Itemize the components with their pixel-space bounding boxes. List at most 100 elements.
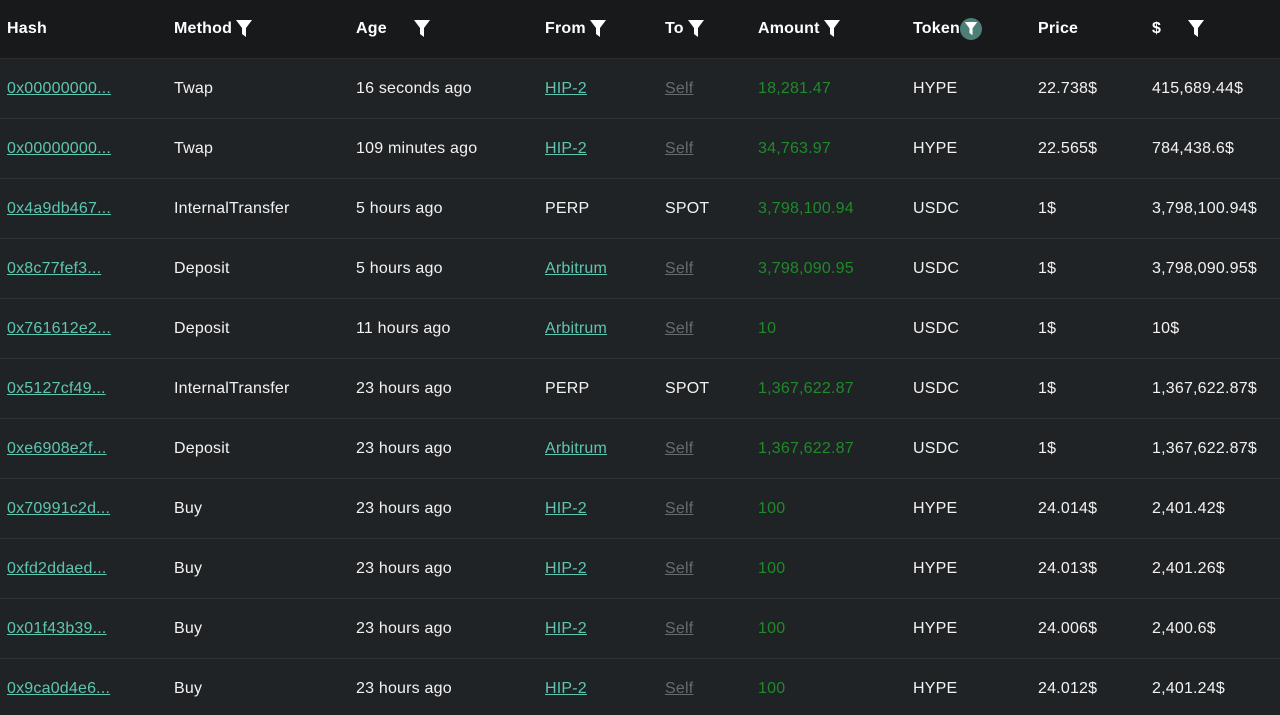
method-text: Deposit (174, 319, 230, 337)
column-header-age[interactable]: Age (356, 0, 431, 58)
table-row: 0x00000000... Twap 109 minutes ago HIP-2… (0, 119, 1280, 179)
tx-hash-link[interactable]: 0x761612e2... (7, 320, 111, 338)
column-header-usd[interactable]: $ (1152, 0, 1205, 58)
token-text: HYPE (913, 679, 958, 697)
table-row: 0x9ca0d4e6... Buy 23 hours ago HIP-2 Sel… (0, 659, 1280, 715)
method-text: Buy (174, 619, 203, 637)
to-link[interactable]: Self (665, 500, 693, 518)
tx-hash-link[interactable]: 0x00000000... (7, 140, 111, 158)
from-link[interactable]: HIP-2 (545, 620, 587, 638)
tx-hash-link[interactable]: 0x70991c2d... (7, 500, 110, 518)
price-text: 22.738$ (1038, 79, 1098, 97)
price-text: 22.565$ (1038, 139, 1098, 157)
column-header-to[interactable]: To (665, 0, 705, 58)
usd-value-text: 3,798,090.95$ (1152, 259, 1257, 277)
from-link[interactable]: HIP-2 (545, 140, 587, 158)
tx-hash-link[interactable]: 0x4a9db467... (7, 200, 111, 218)
method-text: Buy (174, 499, 203, 517)
tx-hash-link[interactable]: 0x9ca0d4e6... (7, 680, 110, 698)
table-row: 0x4a9db467... InternalTransfer 5 hours a… (0, 179, 1280, 239)
from-link[interactable]: Arbitrum (545, 440, 607, 458)
token-text: HYPE (913, 499, 958, 517)
to-link[interactable]: Self (665, 140, 693, 158)
transactions-table: Hash Method Age From To Amount Token Pri… (0, 0, 1280, 715)
to-text: SPOT (665, 199, 710, 217)
table-row: 0x761612e2... Deposit 11 hours ago Arbit… (0, 299, 1280, 359)
amount-filter-icon[interactable] (823, 19, 841, 39)
column-header-hash[interactable]: Hash (7, 0, 47, 58)
usd-value-text: 1,367,622.87$ (1152, 439, 1257, 457)
method-text: Deposit (174, 439, 230, 457)
to-link[interactable]: Self (665, 680, 693, 698)
age-filter-icon[interactable] (413, 19, 431, 39)
tx-hash-link[interactable]: 0x5127cf49... (7, 380, 106, 398)
method-text: InternalTransfer (174, 379, 290, 397)
age-text: 23 hours ago (356, 439, 452, 457)
table-row: 0xe6908e2f... Deposit 23 hours ago Arbit… (0, 419, 1280, 479)
price-text: 24.014$ (1038, 499, 1098, 517)
amount-text: 100 (758, 619, 786, 637)
method-filter-icon[interactable] (235, 19, 253, 39)
from-link[interactable]: HIP-2 (545, 560, 587, 578)
price-text: 1$ (1038, 439, 1057, 457)
amount-text: 18,281.47 (758, 79, 831, 97)
column-header-token[interactable]: Token (913, 0, 982, 58)
amount-text: 100 (758, 679, 786, 697)
column-header-from[interactable]: From (545, 0, 607, 58)
to-link[interactable]: Self (665, 320, 693, 338)
from-link[interactable]: Arbitrum (545, 320, 607, 338)
amount-text: 1,367,622.87 (758, 379, 854, 397)
amount-text: 3,798,100.94 (758, 199, 854, 217)
usd-value-text: 415,689.44$ (1152, 79, 1244, 97)
usd-value-text: 3,798,100.94$ (1152, 199, 1257, 217)
price-text: 1$ (1038, 319, 1057, 337)
table-row: 0x70991c2d... Buy 23 hours ago HIP-2 Sel… (0, 479, 1280, 539)
tx-hash-link[interactable]: 0xe6908e2f... (7, 440, 107, 458)
from-link[interactable]: HIP-2 (545, 680, 587, 698)
to-filter-icon[interactable] (687, 19, 705, 39)
column-header-price[interactable]: Price (1038, 0, 1078, 58)
tx-hash-link[interactable]: 0x01f43b39... (7, 620, 107, 638)
token-text: USDC (913, 319, 960, 337)
to-link[interactable]: Self (665, 260, 693, 278)
price-text: 24.012$ (1038, 679, 1098, 697)
token-text: HYPE (913, 559, 958, 577)
usd-filter-icon[interactable] (1187, 19, 1205, 39)
method-text: InternalTransfer (174, 199, 290, 217)
column-label-token: Token (913, 20, 960, 37)
price-text: 24.006$ (1038, 619, 1098, 637)
from-filter-icon[interactable] (589, 19, 607, 39)
to-text: SPOT (665, 379, 710, 397)
table-row: 0xfd2ddaed... Buy 23 hours ago HIP-2 Sel… (0, 539, 1280, 599)
tx-hash-link[interactable]: 0x8c77fef3... (7, 260, 101, 278)
to-link[interactable]: Self (665, 80, 693, 98)
tx-hash-link[interactable]: 0xfd2ddaed... (7, 560, 107, 578)
token-text: USDC (913, 439, 960, 457)
column-label-usd: $ (1152, 20, 1162, 37)
amount-text: 1,367,622.87 (758, 439, 854, 457)
token-text: HYPE (913, 79, 958, 97)
amount-text: 3,798,090.95 (758, 259, 854, 277)
token-filter-active-icon[interactable] (959, 18, 982, 40)
table-row: 0x01f43b39... Buy 23 hours ago HIP-2 Sel… (0, 599, 1280, 659)
tx-hash-link[interactable]: 0x00000000... (7, 80, 111, 98)
token-text: USDC (913, 199, 960, 217)
age-text: 109 minutes ago (356, 139, 478, 157)
column-label-amount: Amount (758, 20, 820, 37)
from-link[interactable]: HIP-2 (545, 500, 587, 518)
table-row: 0x00000000... Twap 16 seconds ago HIP-2 … (0, 59, 1280, 119)
column-header-amount[interactable]: Amount (758, 0, 841, 58)
to-link[interactable]: Self (665, 440, 693, 458)
from-link[interactable]: Arbitrum (545, 260, 607, 278)
usd-value-text: 2,401.26$ (1152, 559, 1225, 577)
column-label-age: Age (356, 20, 387, 37)
to-link[interactable]: Self (665, 560, 693, 578)
price-text: 1$ (1038, 259, 1057, 277)
usd-value-text: 10$ (1152, 319, 1180, 337)
method-text: Twap (174, 139, 214, 157)
method-text: Buy (174, 679, 203, 697)
to-link[interactable]: Self (665, 620, 693, 638)
table-header: Hash Method Age From To Amount Token Pri… (0, 0, 1280, 59)
column-header-method[interactable]: Method (174, 0, 253, 58)
from-link[interactable]: HIP-2 (545, 80, 587, 98)
